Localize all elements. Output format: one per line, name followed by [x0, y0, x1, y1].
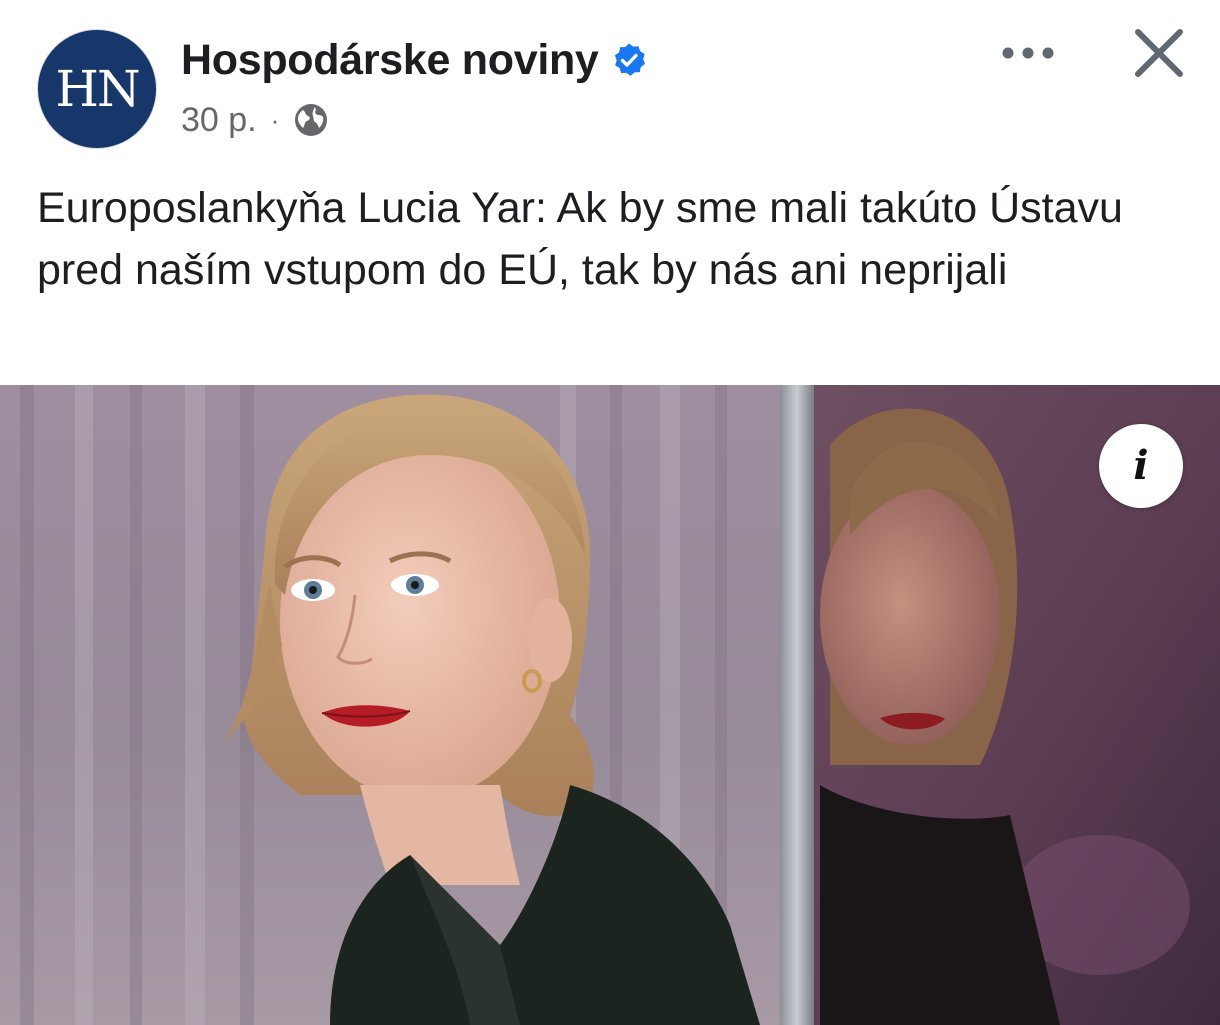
post-meta: 30 p. ·	[181, 98, 329, 142]
post-photo[interactable]	[0, 385, 1220, 1025]
more-options-button[interactable]	[990, 28, 1066, 78]
page-name-row: Hospodárske noviny	[181, 30, 647, 90]
post-card: HN Hospodárske noviny 30 p. · Europoslan…	[0, 0, 1220, 1025]
close-button[interactable]	[1126, 20, 1192, 86]
globe-icon	[295, 104, 328, 136]
page-avatar[interactable]: HN	[37, 29, 157, 149]
post-timestamp[interactable]: 30 p.	[181, 101, 257, 140]
meta-separator: ·	[270, 104, 280, 135]
more-dots-icon	[1002, 47, 1054, 59]
info-button[interactable]: i	[1099, 424, 1183, 508]
avatar-logo-text: HN	[55, 60, 140, 118]
info-icon: i	[1133, 442, 1149, 489]
verified-badge-icon	[614, 43, 645, 76]
portrait-photo-image	[0, 385, 1220, 1025]
close-icon	[1135, 29, 1183, 77]
page-name-link[interactable]: Hospodárske noviny	[181, 36, 599, 85]
post-text: Europoslankyňa Lucia Yar: Ak by sme mali…	[37, 184, 1123, 294]
